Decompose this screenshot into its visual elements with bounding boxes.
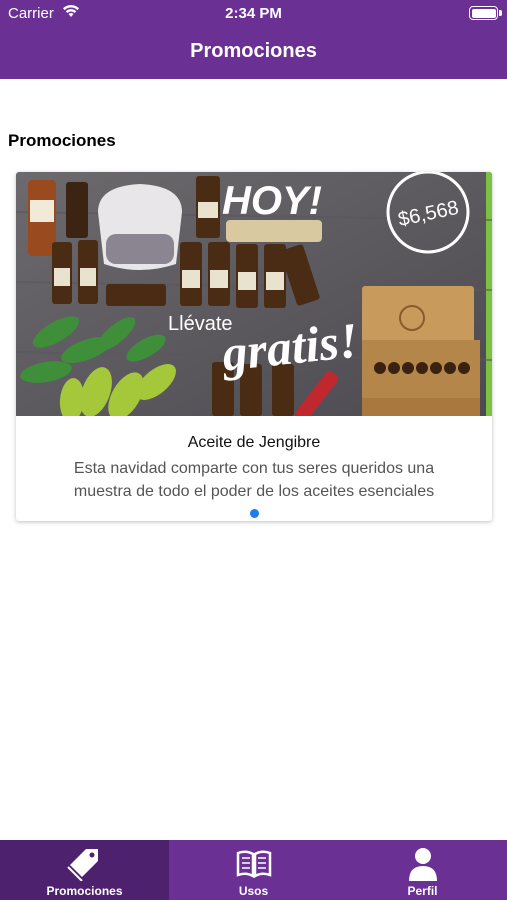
tab-label: Perfil xyxy=(407,884,438,898)
clock: 2:34 PM xyxy=(225,5,282,22)
book-icon xyxy=(236,850,271,879)
tab-label: Promociones xyxy=(46,884,123,898)
tab-promociones[interactable]: Promociones xyxy=(0,840,169,900)
promo-title: Aceite de Jengibre xyxy=(187,434,321,451)
battery-icon xyxy=(469,6,502,20)
promo-card[interactable]: $6,568 HOY! Llévate gratis! Aceite de Je… xyxy=(16,172,492,521)
promo-headline: HOY! xyxy=(222,179,322,223)
page-title: Promociones xyxy=(190,40,317,62)
tab-perfil[interactable]: Perfil xyxy=(338,840,507,900)
promo-description: Esta navidad comparte con tus seres quer… xyxy=(73,460,435,500)
status-bar: Carrier 2:34 PM xyxy=(0,0,507,28)
tab-bar: Promociones Usos Perfil xyxy=(0,840,507,900)
tag-icon xyxy=(66,849,98,881)
tab-usos[interactable]: Usos xyxy=(169,840,338,900)
page-indicator-dot[interactable] xyxy=(250,509,259,518)
navigation-header: Carrier 2:34 PM Promociones xyxy=(0,0,507,79)
user-icon xyxy=(408,848,437,881)
promo-image[interactable]: $6,568 HOY! Llévate gratis! xyxy=(16,172,492,416)
tab-label: Usos xyxy=(238,884,269,898)
section-title: Promociones xyxy=(8,131,116,150)
